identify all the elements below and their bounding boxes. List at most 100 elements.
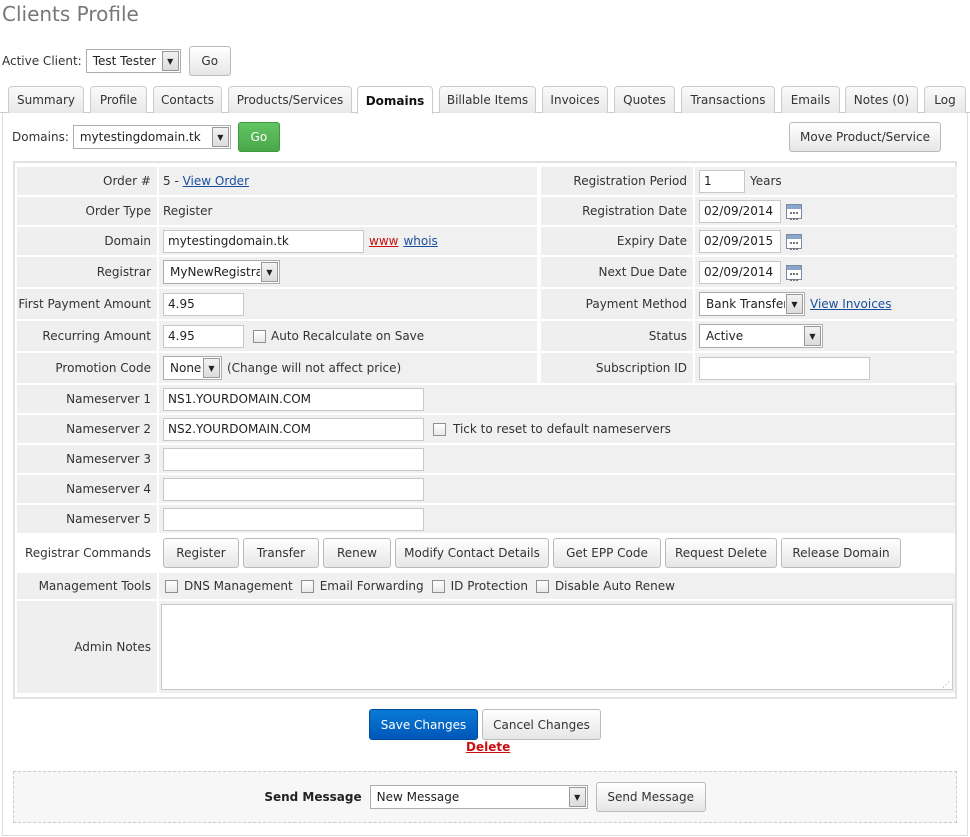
view-order-link[interactable]: View Order: [183, 174, 249, 188]
payment-method-label: Payment Method: [541, 289, 693, 319]
modify-contact-details-button[interactable]: Modify Contact Details: [395, 538, 549, 568]
active-client-select[interactable]: Test Tester ▼: [85, 49, 181, 73]
registration-date-cell: 02/09/2014: [695, 197, 957, 225]
transfer-button[interactable]: Transfer: [243, 538, 319, 568]
nameserver-2-cell: NS2.YOURDOMAIN.COM Tick to reset to defa…: [159, 415, 955, 443]
tab-transactions[interactable]: Transactions: [681, 86, 775, 113]
management-tools-cell: DNS Management Email Forwarding ID Prote…: [159, 573, 955, 599]
payment-method-select[interactable]: Bank Transfer ▼: [699, 292, 805, 316]
domain-details-form: Order # 5 - View Order Registration Peri…: [13, 161, 957, 699]
form-row: Management Tools DNS Management Email Fo…: [17, 573, 955, 599]
payment-method-cell: Bank Transfer ▼ View Invoices: [695, 289, 957, 319]
send-message-button[interactable]: Send Message: [595, 782, 706, 812]
domains-go-button[interactable]: Go: [237, 122, 280, 152]
auto-recalculate-checkbox[interactable]: [253, 329, 266, 343]
nameserver-2-input[interactable]: NS2.YOURDOMAIN.COM: [163, 417, 424, 441]
www-link[interactable]: www: [369, 234, 398, 248]
calendar-icon[interactable]: [786, 203, 802, 220]
nameserver-3-cell: [159, 445, 955, 473]
tab-contacts[interactable]: Contacts: [153, 86, 222, 113]
request-delete-button[interactable]: Request Delete: [665, 538, 777, 568]
calendar-icon[interactable]: [786, 233, 802, 250]
order-number-cell: 5 - View Order: [159, 167, 537, 195]
first-payment-input[interactable]: 4.95: [163, 292, 244, 316]
tab-billable-items[interactable]: Billable Items: [439, 86, 536, 113]
form-row: Promotion Code None ▼ (Change will not a…: [17, 353, 957, 383]
id-protection-checkbox[interactable]: [431, 579, 445, 593]
recurring-amount-cell: 4.95 Auto Recalculate on Save: [159, 321, 537, 351]
domain-cell: mytestingdomain.tk www whois: [159, 227, 537, 255]
tab-summary[interactable]: Summary: [8, 86, 84, 113]
nameserver-5-cell: [159, 505, 955, 533]
page-title: Clients Profile: [2, 2, 139, 26]
whois-link[interactable]: whois: [403, 234, 437, 248]
registration-date-input[interactable]: 02/09/2014: [699, 199, 781, 223]
registrar-value: MyNewRegistrar: [170, 265, 260, 279]
form-row: Order Type Register Registration Date 02…: [17, 197, 957, 225]
get-epp-code-button[interactable]: Get EPP Code: [553, 538, 661, 568]
tab-bar: Summary Profile Contacts Products/Servic…: [0, 86, 970, 114]
move-product-service-button[interactable]: Move Product/Service: [789, 122, 941, 152]
send-message-bar: Send Message New Message ▼ Send Message: [13, 771, 957, 823]
domains-select[interactable]: mytestingdomain.tk ▼: [72, 125, 231, 149]
tab-log[interactable]: Log: [924, 86, 966, 113]
reset-nameservers-checkbox[interactable]: [433, 422, 446, 436]
email-forwarding-checkbox[interactable]: [300, 579, 314, 593]
nameserver-4-input[interactable]: [163, 477, 424, 501]
registrar-commands-label: Registrar Commands: [17, 535, 157, 571]
save-changes-button[interactable]: Save Changes: [369, 709, 478, 740]
delete-link[interactable]: Delete: [466, 740, 510, 754]
tab-profile[interactable]: Profile: [90, 86, 147, 113]
register-button[interactable]: Register: [163, 538, 239, 568]
tab-products-services[interactable]: Products/Services: [228, 86, 352, 113]
active-client-go-button[interactable]: Go: [188, 46, 231, 76]
status-label: Status: [541, 321, 693, 351]
reset-nameservers-label: Tick to reset to default nameservers: [453, 422, 671, 436]
nameserver-3-label: Nameserver 3: [17, 445, 157, 473]
status-cell: Active ▼: [695, 321, 957, 351]
tab-domains[interactable]: Domains: [357, 86, 433, 114]
dns-management-label: DNS Management: [184, 579, 293, 593]
first-payment-label: First Payment Amount: [17, 289, 157, 319]
nameserver-3-input[interactable]: [163, 447, 424, 471]
calendar-icon[interactable]: [786, 264, 802, 281]
domains-bar: Domains: mytestingdomain.tk ▼ Go: [12, 122, 280, 152]
next-due-date-cell: 02/09/2014: [695, 257, 957, 287]
domain-input[interactable]: mytestingdomain.tk: [163, 229, 364, 253]
chevron-down-icon: ▼: [161, 51, 179, 71]
next-due-date-input[interactable]: 02/09/2014: [699, 260, 781, 284]
status-select[interactable]: Active ▼: [699, 324, 823, 348]
admin-notes-textarea[interactable]: ⋰: [161, 604, 953, 690]
payment-method-value: Bank Transfer: [706, 297, 785, 311]
message-template-select[interactable]: New Message ▼: [369, 785, 588, 809]
send-message-label: Send Message: [264, 790, 362, 804]
chevron-down-icon: ▼: [261, 262, 278, 282]
nameserver-1-input[interactable]: NS1.YOURDOMAIN.COM: [163, 387, 424, 411]
expiry-date-input[interactable]: 02/09/2015: [699, 229, 781, 253]
resize-handle-icon[interactable]: ⋰: [942, 680, 950, 689]
admin-notes-cell: ⋰: [159, 601, 955, 693]
expiry-date-label: Expiry Date: [541, 227, 693, 255]
registrar-select[interactable]: MyNewRegistrar ▼: [163, 260, 280, 284]
chevron-down-icon: ▼: [211, 127, 229, 147]
disable-auto-renew-checkbox[interactable]: [535, 579, 549, 593]
order-type-label: Order Type: [17, 197, 157, 225]
tab-quotes[interactable]: Quotes: [614, 86, 675, 113]
registration-period-input[interactable]: 1: [699, 169, 745, 193]
nameserver-5-input[interactable]: [163, 507, 424, 531]
dns-management-checkbox[interactable]: [165, 579, 178, 593]
domain-label: Domain: [17, 227, 157, 255]
view-invoices-link[interactable]: View Invoices: [810, 297, 891, 311]
release-domain-button[interactable]: Release Domain: [781, 538, 901, 568]
recurring-amount-input[interactable]: 4.95: [163, 324, 244, 348]
subscription-id-input[interactable]: [699, 356, 870, 380]
tab-emails[interactable]: Emails: [781, 86, 840, 113]
tab-notes[interactable]: Notes (0): [845, 86, 918, 113]
renew-button[interactable]: Renew: [323, 538, 391, 568]
form-row: Order # 5 - View Order Registration Peri…: [17, 167, 957, 195]
tab-invoices[interactable]: Invoices: [542, 86, 608, 113]
admin-notes-label: Admin Notes: [17, 601, 157, 693]
domains-label: Domains:: [12, 130, 69, 144]
cancel-changes-button[interactable]: Cancel Changes: [482, 709, 601, 740]
promotion-code-select[interactable]: None ▼: [163, 356, 222, 380]
